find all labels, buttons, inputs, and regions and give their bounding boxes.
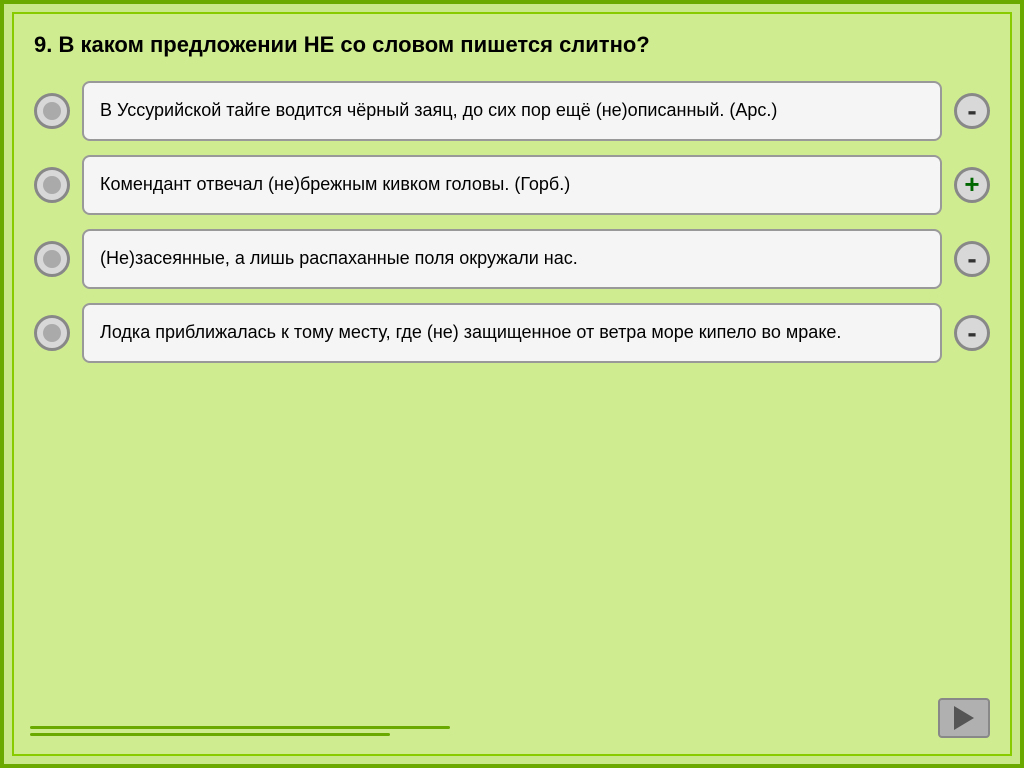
radio-inner-2 <box>43 176 61 194</box>
answer-box-2[interactable]: Комендант отвечал (не)брежным кивком гол… <box>82 155 942 215</box>
answer-box-1[interactable]: В Уссурийской тайге водится чёрный заяц,… <box>82 81 942 141</box>
sign-label-2: + <box>964 169 979 200</box>
radio-button-3[interactable] <box>34 241 70 277</box>
bottom-lines <box>30 726 450 736</box>
answer-row: В Уссурийской тайге водится чёрный заяц,… <box>34 81 990 141</box>
inner-content: 9. В каком предложении НЕ со словом пише… <box>12 12 1012 756</box>
question-title: 9. В каком предложении НЕ со словом пише… <box>34 30 990 61</box>
answer-text-4: Лодка приближалась к тому месту, где (не… <box>100 320 841 345</box>
radio-inner-1 <box>43 102 61 120</box>
answer-row-2: Комендант отвечал (не)брежным кивком гол… <box>34 155 990 215</box>
radio-inner-4 <box>43 324 61 342</box>
answer-row-4: Лодка приближалась к тому месту, где (не… <box>34 303 990 363</box>
bottom-line-2 <box>30 733 390 736</box>
outer-border: 9. В каком предложении НЕ со словом пише… <box>0 0 1024 768</box>
answer-text-1: В Уссурийской тайге водится чёрный заяц,… <box>100 98 777 123</box>
radio-button-1[interactable] <box>34 93 70 129</box>
answer-box-4[interactable]: Лодка приближалась к тому месту, где (не… <box>82 303 942 363</box>
sign-btn-2[interactable]: + <box>954 167 990 203</box>
sign-label-4: - <box>967 317 976 349</box>
radio-button-4[interactable] <box>34 315 70 351</box>
sign-btn-3[interactable]: - <box>954 241 990 277</box>
answer-text-2: Комендант отвечал (не)брежным кивком гол… <box>100 172 570 197</box>
bottom-line-1 <box>30 726 450 729</box>
sign-label-3: - <box>967 243 976 275</box>
answers-container: В Уссурийской тайге водится чёрный заяц,… <box>34 81 990 363</box>
answer-row-3: (Не)засеянные, а лишь распаханные поля о… <box>34 229 990 289</box>
next-button[interactable] <box>938 698 990 738</box>
sign-btn-4[interactable]: - <box>954 315 990 351</box>
answer-text-3: (Не)засеянные, а лишь распаханные поля о… <box>100 246 578 271</box>
sign-label-1: - <box>967 95 976 127</box>
radio-inner-3 <box>43 250 61 268</box>
radio-button-2[interactable] <box>34 167 70 203</box>
answer-box-3[interactable]: (Не)засеянные, а лишь распаханные поля о… <box>82 229 942 289</box>
sign-btn-1[interactable]: - <box>954 93 990 129</box>
